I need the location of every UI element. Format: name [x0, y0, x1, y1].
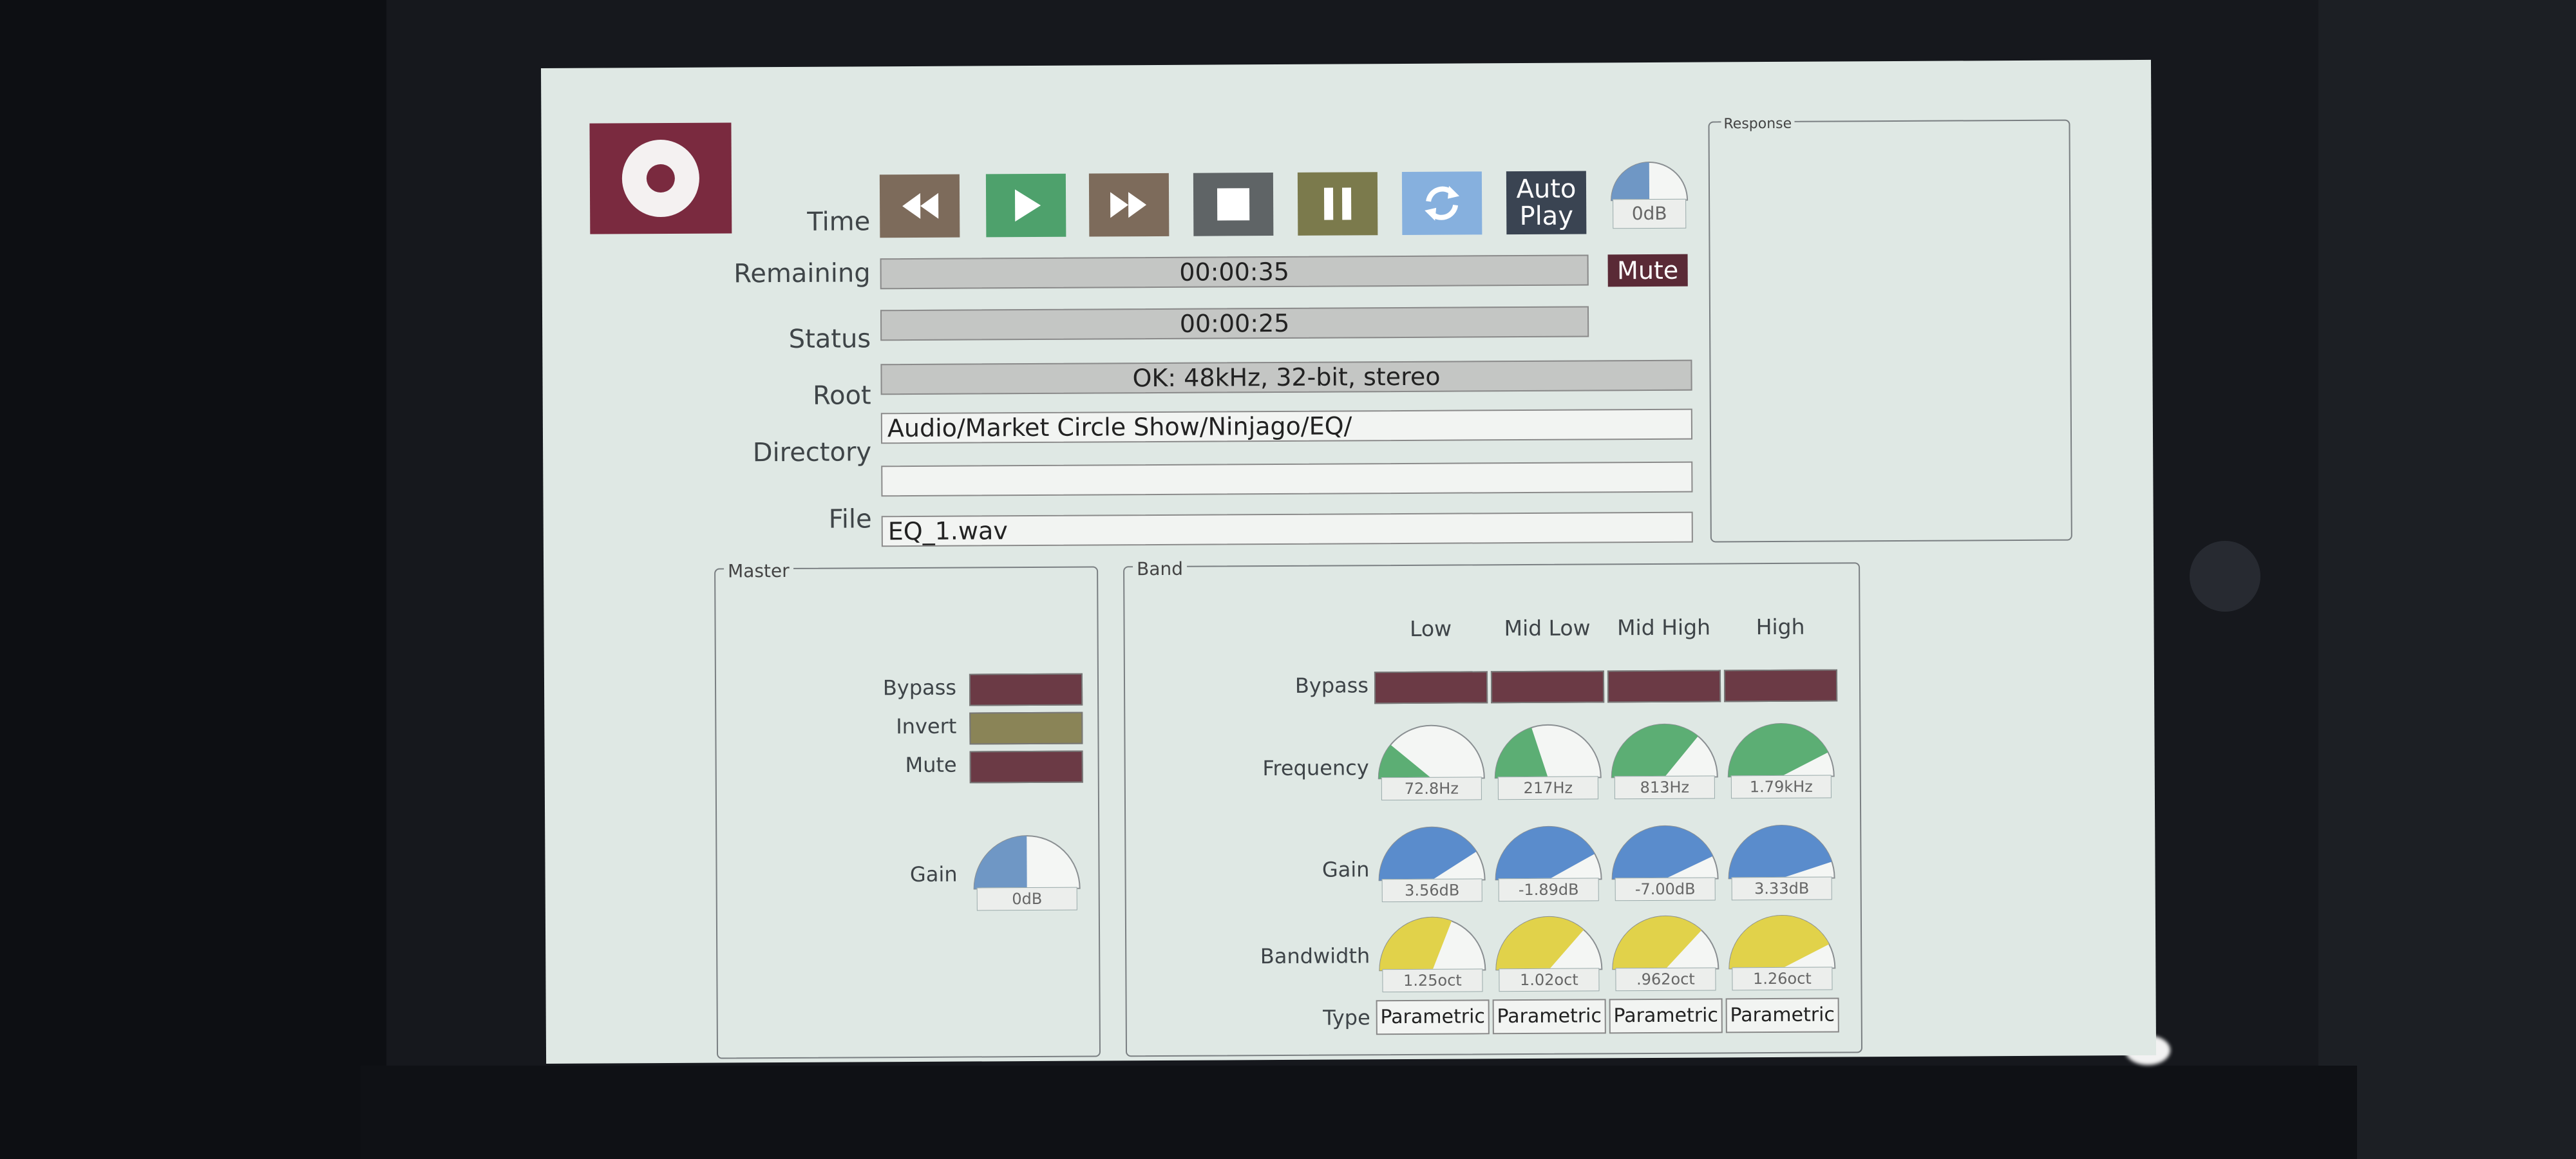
root-label: Root: [812, 381, 871, 411]
frequency-knob-low[interactable]: 72.8Hz: [1374, 721, 1488, 803]
frequency-knob-mid-high[interactable]: 813Hz: [1607, 720, 1721, 802]
remaining-field: 00:00:25: [880, 306, 1589, 341]
band-title: Band: [1132, 558, 1188, 580]
band-col-mid-high: Mid High: [1617, 614, 1711, 641]
output-level-value: 0dB: [1613, 198, 1687, 229]
fast-forward-icon: [1110, 192, 1147, 218]
frequency-knob-high[interactable]: 1.79kHz: [1724, 719, 1838, 801]
remaining-label: Remaining: [734, 258, 871, 289]
play-button[interactable]: [985, 173, 1066, 238]
band-col-low: Low: [1409, 616, 1452, 641]
frequency-value-high: 1.79kHz: [1730, 775, 1832, 799]
rewind-button[interactable]: [879, 174, 960, 238]
loop-button[interactable]: [1401, 171, 1482, 236]
master-title: Master: [724, 560, 793, 582]
logo-dot: [646, 164, 676, 193]
master-invert-toggle[interactable]: [969, 711, 1083, 745]
mute-button[interactable]: Mute: [1607, 254, 1688, 287]
bypass-toggle-high[interactable]: [1723, 669, 1838, 702]
status-field: OK: 48kHz, 32-bit, stereo: [880, 359, 1692, 395]
fast-forward-button[interactable]: [1088, 173, 1170, 237]
device-bezel-right: [2318, 0, 2576, 1159]
type-select-low[interactable]: Parametric: [1376, 999, 1490, 1035]
bypass-toggle-low[interactable]: [1374, 671, 1488, 704]
device-bezel-bottom: [361, 1066, 2357, 1159]
file-label: File: [828, 504, 872, 534]
response-title: Response: [1721, 115, 1795, 133]
bandwidth-value-low: 1.25oct: [1382, 968, 1483, 993]
output-level-knob[interactable]: 0dB: [1607, 158, 1692, 236]
device-bezel-left: [0, 0, 386, 1159]
bandwidth-value-mid-low: 1.02oct: [1499, 968, 1600, 992]
band-bandwidth-label: Bandwidth: [1260, 943, 1370, 969]
gain-knob-mid-low[interactable]: -1.89dB: [1492, 822, 1605, 904]
master-bypass-label: Bypass: [882, 675, 957, 701]
master-gain-label: Gain: [909, 862, 958, 887]
directory-field[interactable]: [881, 461, 1693, 497]
type-select-mid-low[interactable]: Parametric: [1492, 999, 1606, 1035]
home-button: [2190, 541, 2260, 612]
play-icon: [1014, 189, 1041, 222]
bypass-toggle-mid-low[interactable]: [1490, 670, 1605, 704]
stop-button[interactable]: [1193, 173, 1274, 236]
type-select-mid-high[interactable]: Parametric: [1609, 998, 1723, 1034]
gain-value-high: 3.33dB: [1731, 876, 1832, 901]
app-screen: Time Remaining Status Root Directory Fil…: [541, 59, 2157, 1064]
bypass-toggle-mid-high[interactable]: [1607, 670, 1721, 703]
bandwidth-value-high: 1.26oct: [1732, 966, 1833, 991]
master-invert-label: Invert: [896, 713, 957, 739]
master-gain-value: 0dB: [976, 887, 1077, 911]
master-mute-label: Mute: [905, 752, 957, 778]
band-gain-label: Gain: [1321, 857, 1370, 882]
band-frequency-label: Frequency: [1262, 755, 1369, 781]
frequency-knob-mid-low[interactable]: 217Hz: [1491, 721, 1605, 802]
pause-icon: [1323, 187, 1352, 220]
bandwidth-knob-mid-low[interactable]: 1.02oct: [1492, 912, 1606, 994]
bandwidth-knob-low[interactable]: 1.25oct: [1376, 913, 1490, 995]
root-field[interactable]: Audio/Market Circle Show/Ninjago/EQ/: [880, 408, 1693, 444]
bandwidth-knob-high[interactable]: 1.26oct: [1725, 911, 1839, 993]
gain-knob-low[interactable]: 3.56dB: [1375, 823, 1489, 905]
gain-value-mid-high: -7.00dB: [1615, 877, 1716, 901]
gain-knob-mid-high[interactable]: -7.00dB: [1608, 822, 1722, 903]
master-mute-toggle[interactable]: [969, 750, 1083, 784]
status-label: Status: [788, 324, 871, 354]
band-bypass-label: Bypass: [1294, 673, 1369, 698]
master-gain-knob[interactable]: 0dB: [970, 832, 1084, 914]
rewind-icon: [902, 193, 939, 219]
frequency-value-mid-high: 813Hz: [1614, 775, 1715, 800]
auto-play-line-1: Auto: [1516, 174, 1577, 205]
frequency-value-low: 72.8Hz: [1381, 777, 1482, 801]
file-field[interactable]: EQ_1.wav: [881, 511, 1693, 547]
stop-icon: [1217, 188, 1250, 221]
band-col-mid-low: Mid Low: [1504, 615, 1591, 641]
directory-label: Directory: [752, 437, 872, 468]
loop-icon: [1425, 185, 1460, 221]
type-select-high[interactable]: Parametric: [1725, 997, 1839, 1033]
pause-button[interactable]: [1297, 172, 1378, 236]
time-label: Time: [807, 207, 871, 237]
frequency-value-mid-low: 217Hz: [1497, 776, 1598, 800]
bandwidth-value-mid-high: .962oct: [1615, 967, 1716, 992]
logo-ring: [621, 139, 700, 218]
auto-play-button[interactable]: Auto Play: [1506, 171, 1587, 235]
bandwidth-knob-mid-high[interactable]: .962oct: [1609, 912, 1723, 994]
master-panel: [714, 566, 1101, 1059]
gain-value-low: 3.56dB: [1381, 878, 1482, 903]
gain-value-mid-low: -1.89dB: [1498, 878, 1599, 902]
band-col-high: High: [1756, 614, 1805, 640]
master-bypass-toggle[interactable]: [969, 673, 1083, 706]
auto-play-line-2: Play: [1519, 201, 1574, 232]
response-panel: [1708, 119, 2072, 543]
gain-knob-high[interactable]: 3.33dB: [1725, 821, 1839, 903]
app-logo: [589, 122, 732, 234]
band-type-label: Type: [1323, 1005, 1370, 1030]
time-field: 00:00:35: [880, 254, 1589, 290]
